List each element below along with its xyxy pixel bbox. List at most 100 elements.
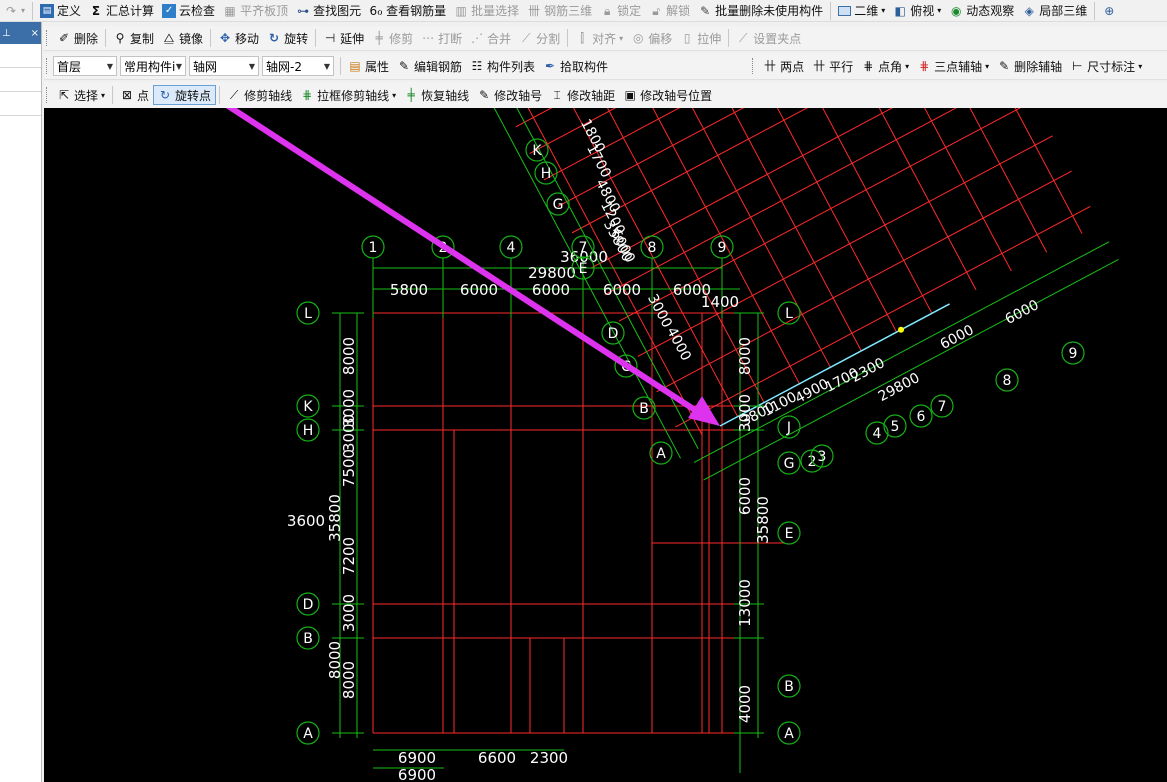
box-trim-icon: ⋕ [302, 88, 313, 102]
cad-drawing[interactable]: 5800 6000 6000 6000 600036000298001400800030… [44, 108, 1167, 782]
lock-button[interactable]: 🔒︎ 锁定 [596, 1, 645, 21]
rotated-axis-line [571, 108, 808, 234]
dim-label-3600: 3600 [287, 512, 325, 530]
rebar-3d-button[interactable]: 卌钢筋三维 [523, 1, 596, 21]
chevron-down-icon: ▾ [985, 61, 990, 71]
trim-button[interactable]: ╪ 修剪 [368, 28, 417, 48]
chevron-down-icon: ▾ [619, 33, 624, 43]
cube-icon: ◧ [894, 3, 906, 18]
dim-label-bottom: 6900 [398, 749, 436, 767]
two-point-icon: 卄 [764, 59, 777, 73]
copy-icon: ⚲ [115, 31, 125, 45]
dim-label-bottom: 2300 [530, 749, 568, 767]
partial-3d-button[interactable]: ◈ 局部三维 [1018, 1, 1091, 21]
box-trim-axis-dropdown[interactable]: ⋕ 拉框修剪轴线 ▾ [296, 85, 400, 105]
axis-bubble-col-label: 1 [369, 240, 378, 256]
offset-button[interactable]: ◎ 偏移 [627, 28, 676, 48]
point-angle-icon: ⋕ [863, 59, 874, 73]
rotated-dim-line [703, 259, 1119, 481]
close-icon[interactable]: × [31, 28, 39, 39]
rotated-axis-bubble-row-label: D [608, 326, 619, 342]
move-button[interactable]: ✥ 移动 [214, 28, 263, 48]
component-select[interactable]: 轴网 ▼ [189, 56, 259, 76]
toolbar-grip[interactable] [46, 58, 49, 74]
dim-label-right: 35800 [754, 496, 772, 544]
rotate-button[interactable]: ↻ 旋转 [263, 28, 312, 48]
view-mode-dropdown[interactable]: 二维 ▾ [834, 1, 889, 21]
rotated-dim-label: 1700 [583, 142, 614, 181]
dynamic-view-button[interactable]: ◉ 动态观察 [945, 1, 1018, 21]
restore-axis-icon: ╪ [407, 88, 415, 102]
dim-label-top: 5800 [390, 281, 428, 299]
axis-bubble-row-right-label: J [786, 420, 791, 436]
axis-bubble-col-label: 4 [507, 240, 516, 256]
drawing-canvas[interactable]: 5800 6000 6000 6000 6000 36000 29800 1400 8000 30… [44, 108, 1167, 782]
partial-3d-icon: ◈ [1024, 3, 1034, 18]
pin-icon[interactable]: ⊥ [2, 28, 11, 39]
define-button[interactable]: ▤ 定义 [36, 1, 85, 21]
trim-axis-button[interactable]: ⟋ 修剪轴线 [223, 85, 296, 105]
three-point-aux-dropdown[interactable]: ⋕ 三点辅轴 ▾ [913, 56, 993, 76]
mirror-icon: ⧋ [163, 31, 175, 45]
set-grip-point-button[interactable]: ⟋ 设置夹点 [732, 28, 805, 48]
edit-axis-spacing-button[interactable]: ⌶ 修改轴距 [546, 85, 619, 105]
component-type-select[interactable]: 常用构件i ▼ [120, 56, 186, 76]
copy-button[interactable]: ⚲ 复制 [109, 28, 158, 48]
left-dock-panel: ⊥ × [0, 22, 42, 782]
edit-rebar-button[interactable]: ✎ 编辑钢筋 [393, 56, 466, 76]
property-button[interactable]: ▤ 属性 [344, 56, 393, 76]
toolbar-grip[interactable] [752, 58, 755, 74]
rotate-point-button[interactable]: ↻ 旋转点 [153, 85, 217, 105]
panel-row [0, 68, 41, 92]
move-icon: ✥ [220, 31, 231, 45]
parallel-button[interactable]: 卄平行 [808, 56, 857, 76]
batch-select-button[interactable]: ▥ 批量选择 [450, 1, 523, 21]
stretch-button[interactable]: ▯ 拉伸 [676, 28, 725, 48]
rotated-dim-label: 4000 [663, 325, 694, 364]
rebar-3d-icon: 卌 [528, 3, 541, 18]
toolbar-grip[interactable] [46, 87, 49, 103]
panel-row [0, 92, 41, 116]
unlock-button[interactable]: 🔓︎ 解锁 [645, 1, 694, 21]
rotated-axis-bubble-col-label: 7 [938, 399, 947, 415]
axis-bubble-row-label: L [304, 306, 312, 322]
undo-redo-button[interactable]: ↷ ▾ [0, 1, 29, 21]
two-point-button[interactable]: 卄两点 [759, 56, 808, 76]
align-dropdown[interactable]: ⫿ 对齐 ▾ [571, 28, 627, 48]
chevron-down-icon: ▾ [392, 90, 397, 100]
dimension-dropdown[interactable]: ⊢ 尺寸标注 ▾ [1066, 56, 1146, 76]
top-view-dropdown[interactable]: ◧ 俯视 ▾ [889, 1, 945, 21]
instance-select[interactable]: 轴网-2 ▼ [262, 56, 334, 76]
delete-aux-button[interactable]: ✎ 删除辅轴 [993, 56, 1066, 76]
level-top-button[interactable]: ▦ 平齐板顶 [219, 1, 292, 21]
toolbar-separator [112, 86, 114, 104]
select-dropdown[interactable]: ⇱ 选择 ▾ [53, 85, 109, 105]
point-button[interactable]: ⊠ 点 [116, 85, 153, 105]
mirror-button[interactable]: ⧋ 镜像 [158, 28, 207, 48]
pick-component-button[interactable]: ✒ 拾取构件 [539, 56, 612, 76]
split-button[interactable]: ⟋ 分割 [515, 28, 564, 48]
rotated-axis-bubble-row-label: E [579, 261, 588, 277]
axis-bubble-col-label: 8 [648, 240, 657, 256]
floor-select[interactable]: 首层 ▼ [53, 56, 117, 76]
axis-number-position-button[interactable]: ▣ 修改轴号位置 [619, 85, 716, 105]
batch-delete-unused-button[interactable]: ✎ 批量删除未使用构件 [694, 1, 827, 21]
break-button[interactable]: ⋯ 打断 [417, 28, 466, 48]
cloud-check-button[interactable]: ✓ 云检查 [158, 1, 219, 21]
extend-button[interactable]: ⊣ 延伸 [319, 28, 368, 48]
toolbar-grip[interactable] [46, 30, 49, 46]
delete-button[interactable]: ✐ 删除 [53, 28, 102, 48]
merge-button[interactable]: ⋰ 合并 [466, 28, 515, 48]
point-angle-dropdown[interactable]: ⋕ 点角 ▾ [857, 56, 913, 76]
component-list-icon: ☷ [471, 59, 483, 73]
component-list-button[interactable]: ☷ 构件列表 [466, 56, 539, 76]
batch-delete-icon: ✎ [700, 3, 711, 18]
find-element-button[interactable]: ⊶ 查找图元 [292, 1, 365, 21]
zoom-button[interactable]: ⊕ [1098, 1, 1120, 21]
restore-axis-button[interactable]: ╪ 恢复轴线 [400, 85, 473, 105]
lock-icon: 🔒︎ [603, 3, 611, 18]
toolbar-separator [105, 29, 107, 47]
view-rebar-qty-button[interactable]: 6ℴ 查看钢筋量 [365, 1, 450, 21]
edit-axis-number-button[interactable]: ✎ 修改轴号 [473, 85, 546, 105]
summary-calc-button[interactable]: Σ 汇总计算 [85, 1, 158, 21]
